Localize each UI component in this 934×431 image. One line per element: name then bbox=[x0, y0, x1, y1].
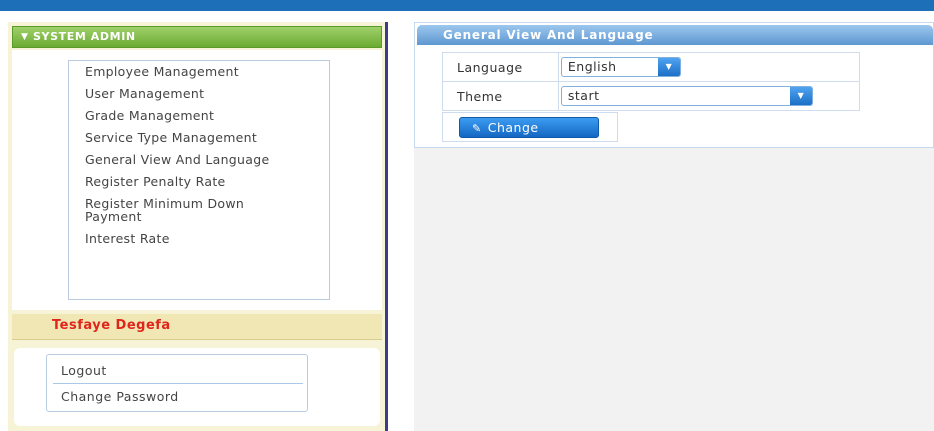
logout-link[interactable]: Logout bbox=[61, 363, 107, 378]
menu-item-interest-rate[interactable]: Interest Rate bbox=[85, 232, 270, 245]
account-menu: Logout Change Password bbox=[46, 354, 308, 412]
panel-title: General View And Language bbox=[417, 25, 933, 45]
account-divider bbox=[53, 383, 303, 384]
chevron-down-icon: ▼ bbox=[21, 32, 29, 42]
menu-item-general-view-and-language[interactable]: General View And Language bbox=[85, 153, 270, 166]
menu-item-service-type-management[interactable]: Service Type Management bbox=[85, 131, 270, 144]
chevron-down-icon[interactable]: ▼ bbox=[789, 87, 812, 105]
user-name: Tesfaye Degefa bbox=[52, 318, 171, 333]
menu-item-user-management[interactable]: User Management bbox=[85, 87, 270, 100]
top-bar bbox=[0, 0, 934, 11]
menu-item-grade-management[interactable]: Grade Management bbox=[85, 109, 270, 122]
general-view-panel: General View And Language Language Engli… bbox=[414, 22, 934, 148]
main-area: General View And Language Language Engli… bbox=[414, 22, 934, 431]
language-row: Language English ▼ bbox=[442, 52, 861, 82]
chevron-down-icon[interactable]: ▼ bbox=[657, 58, 680, 76]
system-admin-header[interactable]: ▼ SYSTEM ADMIN bbox=[12, 26, 382, 48]
language-cell: English ▼ bbox=[557, 52, 861, 82]
theme-select[interactable]: start ▼ bbox=[560, 86, 813, 106]
menu-item-register-minimum-down-payment[interactable]: Register Minimum Down Payment bbox=[85, 197, 270, 223]
language-label: Language bbox=[442, 52, 559, 82]
change-button[interactable]: ✎ Change bbox=[459, 117, 599, 138]
change-button-label: Change bbox=[487, 120, 539, 135]
account-panel: Logout Change Password bbox=[14, 348, 380, 426]
admin-menu-panel: Employee Management User Management Grad… bbox=[12, 50, 382, 310]
settings-form: Language English ▼ Theme start ▼ bbox=[442, 52, 861, 111]
language-select[interactable]: English ▼ bbox=[560, 57, 681, 77]
theme-row: Theme start ▼ bbox=[442, 81, 861, 111]
user-bar: Tesfaye Degefa bbox=[12, 314, 382, 340]
system-admin-title: SYSTEM ADMIN bbox=[33, 30, 136, 43]
theme-label: Theme bbox=[442, 81, 559, 111]
wrench-icon: ✎ bbox=[472, 122, 482, 135]
theme-select-value: start bbox=[567, 88, 600, 103]
admin-menu: Employee Management User Management Grad… bbox=[68, 60, 330, 300]
menu-item-employee-management[interactable]: Employee Management bbox=[85, 65, 270, 78]
change-button-cell: ✎ Change bbox=[442, 112, 618, 142]
theme-cell: start ▼ bbox=[557, 81, 861, 111]
change-password-link[interactable]: Change Password bbox=[61, 389, 179, 404]
menu-item-register-penalty-rate[interactable]: Register Penalty Rate bbox=[85, 175, 270, 188]
language-select-value: English bbox=[567, 59, 617, 74]
sidebar: ▼ SYSTEM ADMIN Employee Management User … bbox=[8, 22, 388, 431]
